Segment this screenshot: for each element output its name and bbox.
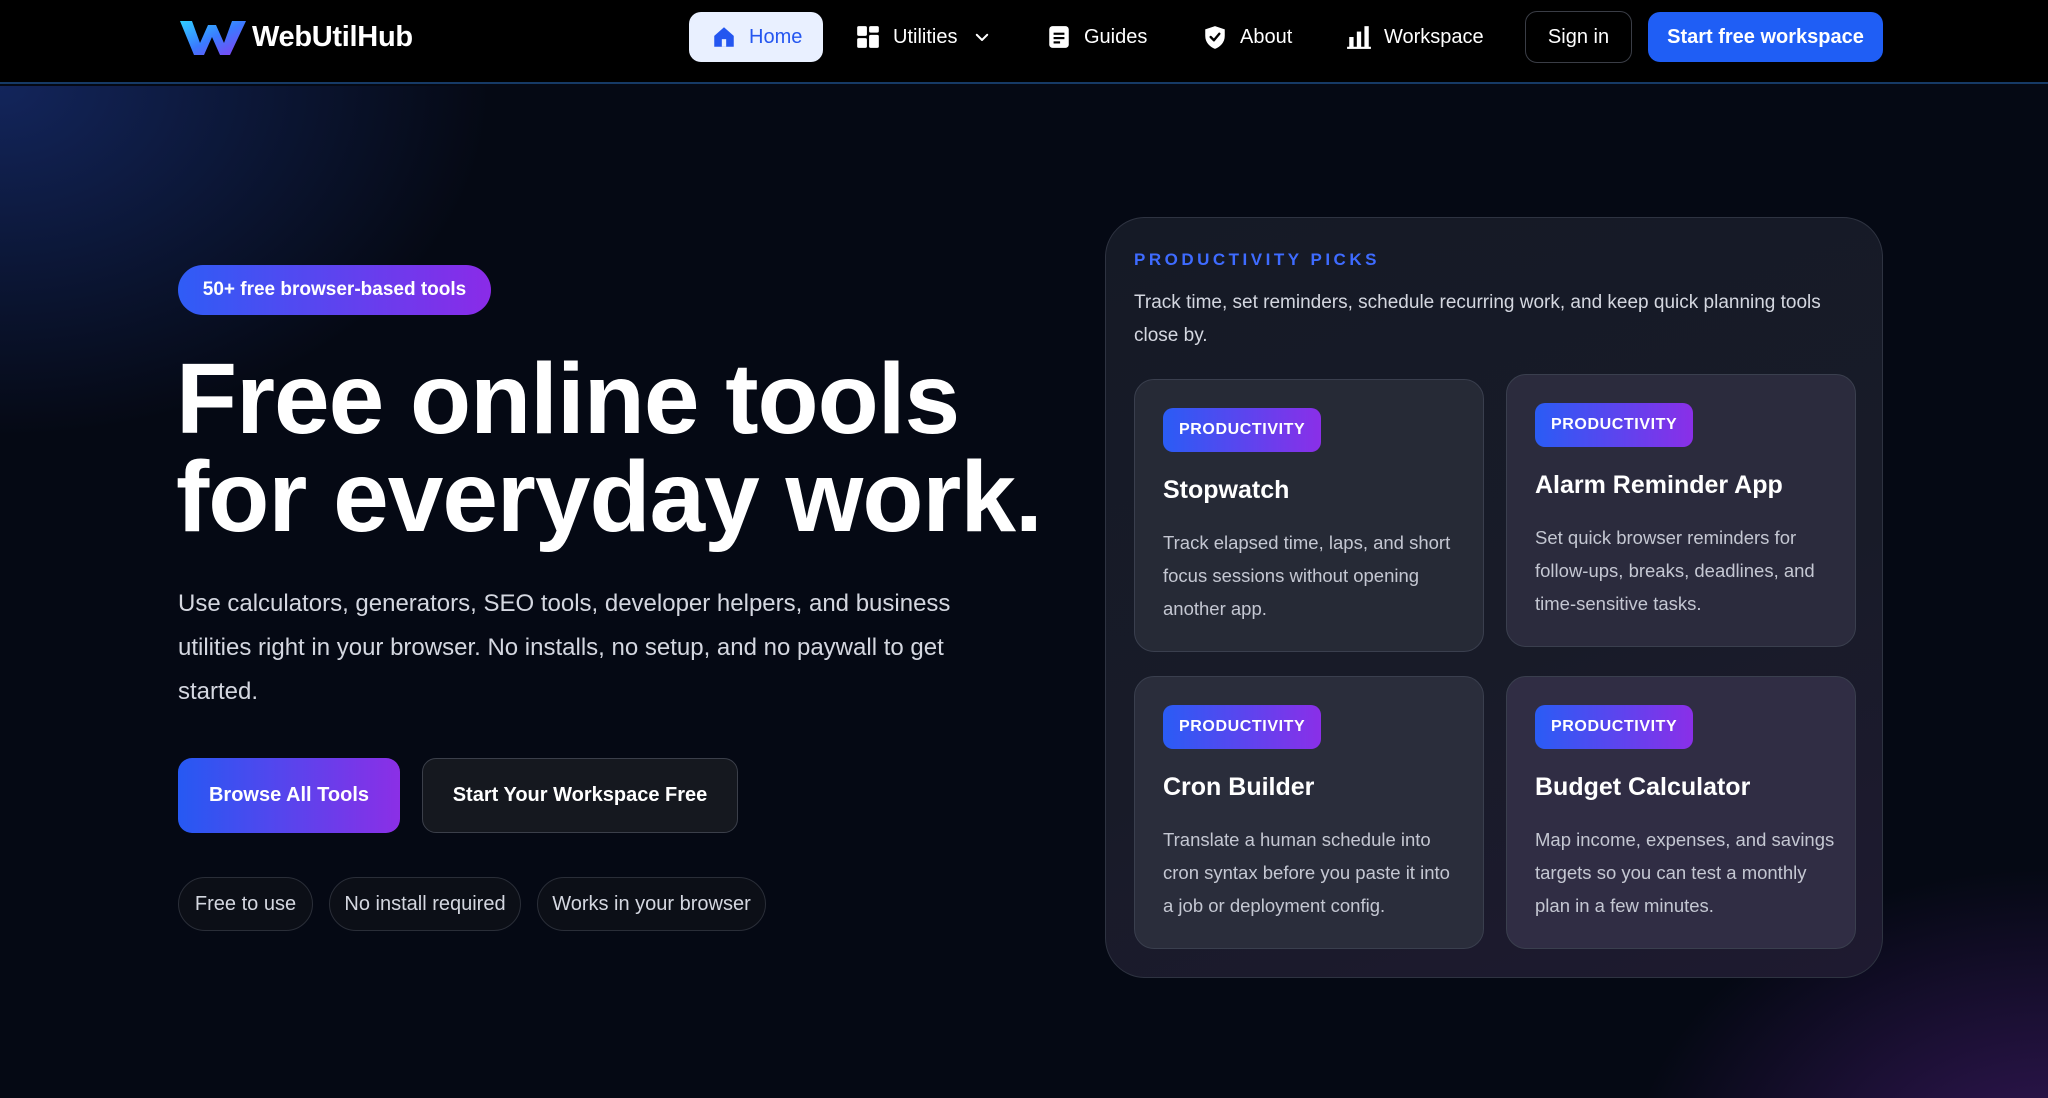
card-description: Track elapsed time, laps, and short focu… (1163, 532, 1451, 619)
tools-count-badge: 50+ free browser-based tools (178, 265, 491, 315)
top-nav: WebUtilHub Home Utilities Guides About W… (0, 0, 2048, 84)
feature-chip: Works in your browser (537, 877, 766, 931)
brand-name: WebUtilHub (252, 20, 413, 53)
hero-subtext: Use calculators, generators, SEO tools, … (178, 590, 951, 705)
category-badge: PRODUCTIVITY (1163, 705, 1322, 749)
bar-chart-icon (1347, 26, 1371, 49)
panel-description: Track time, set reminders, schedule recu… (1134, 292, 1821, 346)
category-badge: PRODUCTIVITY (1163, 408, 1322, 452)
start-workspace-button[interactable]: Start Your Workspace Free (422, 758, 738, 833)
sign-in-button[interactable]: Sign in (1525, 11, 1632, 63)
card-title: Budget Calculator (1535, 773, 1751, 801)
headline-line-2: for everyday work. (176, 441, 1043, 553)
nav-about[interactable]: About (1202, 12, 1292, 62)
tool-card-cron-builder[interactable]: PRODUCTIVITY Cron Builder Translate a hu… (1134, 676, 1484, 949)
w-logo-icon (180, 21, 246, 55)
document-icon (1049, 26, 1069, 48)
nav-about-label: About (1240, 25, 1293, 48)
card-description: Translate a human schedule into cron syn… (1163, 829, 1450, 916)
nav-guides[interactable]: Guides (1046, 12, 1147, 62)
category-badge: PRODUCTIVITY (1535, 403, 1694, 447)
panel-eyebrow: PRODUCTIVITY PICKS (1134, 250, 1380, 269)
headline-line-1: Free online tools (176, 343, 960, 455)
tool-card-alarm-reminder[interactable]: PRODUCTIVITY Alarm Reminder App Set quic… (1506, 374, 1856, 647)
home-icon (714, 27, 734, 47)
grid-icon (857, 26, 879, 48)
card-description: Set quick browser reminders for follow-u… (1535, 527, 1815, 614)
nav-home[interactable]: Home (689, 12, 823, 62)
nav-home-label: Home (749, 25, 803, 48)
card-description: Map income, expenses, and savings target… (1535, 829, 1835, 916)
card-title: Stopwatch (1163, 476, 1290, 504)
card-title: Alarm Reminder App (1535, 471, 1783, 499)
shield-icon (1205, 26, 1225, 49)
brand-logo[interactable]: WebUtilHub (178, 17, 413, 57)
start-free-workspace-button[interactable]: Start free workspace (1648, 12, 1883, 62)
nav-utilities[interactable]: Utilities (855, 12, 991, 62)
category-badge: PRODUCTIVITY (1535, 705, 1694, 749)
chevron-down-icon (976, 33, 989, 41)
card-title: Cron Builder (1163, 773, 1315, 801)
productivity-picks-panel: PRODUCTIVITY PICKS Track time, set remin… (1105, 217, 1883, 978)
nav-guides-label: Guides (1084, 25, 1148, 48)
feature-chip: Free to use (178, 877, 313, 931)
nav-workspace[interactable]: Workspace (1346, 12, 1484, 62)
feature-chip: No install required (329, 877, 521, 931)
nav-utilities-label: Utilities (893, 25, 958, 48)
hero-headline: Free online tools for everyday work. (176, 349, 1076, 547)
nav-workspace-label: Workspace (1384, 25, 1484, 48)
tool-card-budget-calculator[interactable]: PRODUCTIVITY Budget Calculator Map incom… (1506, 676, 1856, 949)
tool-card-stopwatch[interactable]: PRODUCTIVITY Stopwatch Track elapsed tim… (1134, 379, 1484, 652)
browse-all-tools-button[interactable]: Browse All Tools (178, 758, 400, 833)
